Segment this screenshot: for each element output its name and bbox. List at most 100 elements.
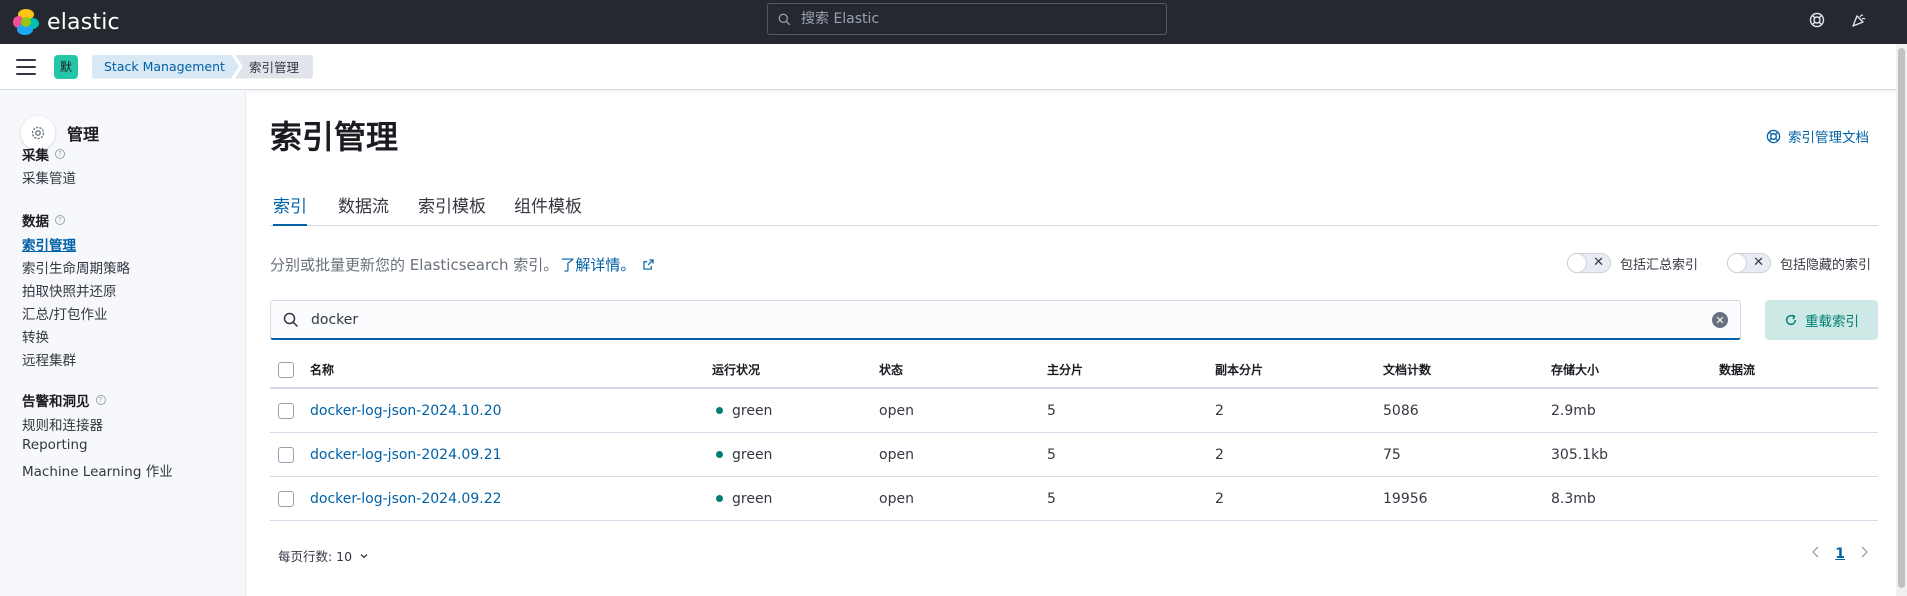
column-name[interactable]: 名称 — [310, 352, 334, 387]
cross-icon: ✕ — [1593, 255, 1604, 270]
health-value: green — [732, 446, 773, 463]
sidebar-item-index-management[interactable]: 索引管理 — [22, 234, 76, 254]
page-description: 分别或批量更新您的 Elasticsearch 索引。 了解详情。 — [270, 254, 655, 275]
primary-value: 5 — [1047, 490, 1056, 507]
docs-link[interactable]: 索引管理文档 — [1766, 126, 1869, 146]
docs-count-value: 5086 — [1383, 402, 1419, 419]
help-icon — [1766, 129, 1781, 144]
docs-count-value: 75 — [1383, 446, 1401, 463]
health-dot-icon — [716, 495, 723, 502]
table-row: docker-log-json-2024.09.21 green open 5 … — [270, 433, 1878, 477]
tab-data-streams[interactable]: 数据流 — [338, 192, 389, 226]
column-docs-count[interactable]: 文档计数 — [1383, 352, 1431, 387]
page-title: 索引管理 — [270, 118, 399, 156]
docs-count-value: 19956 — [1383, 490, 1428, 507]
space-avatar[interactable]: 默 — [54, 54, 78, 79]
external-link-icon — [643, 259, 655, 270]
rows-per-page-selector[interactable]: 每页行数: 10 — [278, 546, 369, 565]
table-row: docker-log-json-2024.10.20 green open 5 … — [270, 389, 1878, 433]
include-hidden-toggle[interactable]: ✕ 包括隐藏的索引 — [1727, 253, 1871, 273]
chevron-right-icon[interactable] — [1859, 546, 1869, 562]
tab-component-templates[interactable]: 组件模板 — [514, 192, 582, 226]
management-sidebar: 管理 采集 ? 采集管道 数据 ? 索引管理 索引生命周期策略 拍取快照并还原 … — [0, 90, 246, 596]
index-search-input[interactable] — [309, 310, 1659, 329]
sidebar-section-label: 数据 — [22, 214, 49, 230]
column-primary[interactable]: 主分片 — [1047, 352, 1083, 387]
tab-indices[interactable]: 索引 — [273, 192, 307, 226]
reload-indices-button[interactable]: 重载索引 — [1765, 300, 1878, 340]
elastic-logo[interactable]: elastic — [13, 9, 120, 35]
column-replica[interactable]: 副本分片 — [1215, 352, 1263, 387]
reload-label: 重载索引 — [1805, 314, 1859, 330]
pagination: 1 — [1811, 546, 1869, 562]
toggle-switch[interactable]: ✕ — [1727, 253, 1771, 273]
index-search[interactable]: ✕ — [270, 300, 1741, 340]
chevron-down-icon — [359, 551, 369, 561]
sidebar-section-label: 采集 — [22, 148, 49, 164]
replica-value: 2 — [1215, 490, 1224, 507]
refresh-icon — [1784, 313, 1798, 327]
tab-index-templates[interactable]: 索引模板 — [418, 192, 486, 226]
sidebar-item-ilm-policies[interactable]: 索引生命周期策略 — [22, 257, 130, 277]
question-icon[interactable]: ? — [95, 395, 106, 405]
sidebar-item-transforms[interactable]: 转换 — [22, 326, 49, 346]
health-value: green — [732, 490, 773, 507]
breadcrumb-stack-management[interactable]: Stack Management — [92, 55, 239, 79]
global-search[interactable] — [767, 3, 1167, 35]
toggle-label: 包括隐藏的索引 — [1780, 257, 1872, 273]
toggle-label: 包括汇总索引 — [1620, 257, 1699, 273]
sidebar-item-reporting[interactable]: Reporting — [22, 437, 88, 453]
description-text: 分别或批量更新您的 Elasticsearch 索引。 — [270, 256, 559, 274]
page-scrollbar[interactable] — [1896, 44, 1907, 596]
sidebar-item-rollup-jobs[interactable]: 汇总/打包作业 — [22, 303, 108, 323]
include-rollup-toggle[interactable]: ✕ 包括汇总索引 — [1567, 253, 1698, 273]
replica-value: 2 — [1215, 446, 1224, 463]
storage-size-value: 2.9mb — [1551, 402, 1596, 419]
column-storage-size[interactable]: 存储大小 — [1551, 352, 1599, 387]
tab-bar: 索引 数据流 索引模板 组件模板 — [270, 184, 1878, 226]
sidebar-item-ingest-pipelines[interactable]: 采集管道 — [22, 167, 76, 187]
replica-value: 2 — [1215, 402, 1224, 419]
sidebar-section-ingest: 采集 ? — [22, 144, 65, 164]
sidebar-title: 管理 — [67, 125, 100, 144]
global-search-input[interactable] — [799, 10, 1139, 28]
sidebar-item-rules-connectors[interactable]: 规则和连接器 — [22, 414, 103, 434]
primary-value: 5 — [1047, 446, 1056, 463]
status-value: open — [879, 402, 914, 419]
index-name-link[interactable]: docker-log-json-2024.10.20 — [310, 389, 502, 432]
news-feed-icon[interactable] — [1849, 10, 1869, 30]
sidebar-section-label: 告警和洞见 — [22, 394, 90, 410]
global-header: elastic — [0, 0, 1907, 44]
menu-toggle-icon[interactable] — [16, 58, 36, 75]
column-status[interactable]: 状态 — [879, 352, 903, 387]
column-data-stream[interactable]: 数据流 — [1719, 352, 1755, 387]
row-checkbox[interactable] — [278, 446, 294, 463]
learn-more-link[interactable]: 了解详情。 — [560, 254, 635, 275]
elastic-logo-icon — [13, 9, 39, 35]
page-number[interactable]: 1 — [1835, 546, 1845, 562]
sidebar-item-snapshot-restore[interactable]: 拍取快照并还原 — [22, 280, 117, 300]
column-health[interactable]: 运行状况 — [712, 352, 760, 387]
help-icon[interactable] — [1807, 10, 1827, 30]
row-checkbox[interactable] — [278, 402, 294, 419]
indices-table: 名称 运行状况 状态 主分片 副本分片 文档计数 存储大小 数据流 docker… — [270, 352, 1878, 521]
table-header: 名称 运行状况 状态 主分片 副本分片 文档计数 存储大小 数据流 — [270, 352, 1878, 389]
sidebar-item-remote-clusters[interactable]: 远程集群 — [22, 349, 76, 369]
health-dot-icon — [716, 451, 723, 458]
row-checkbox[interactable] — [278, 490, 294, 507]
question-icon[interactable]: ? — [55, 149, 65, 159]
index-name-link[interactable]: docker-log-json-2024.09.22 — [310, 477, 502, 520]
select-all-checkbox[interactable] — [278, 361, 294, 378]
question-icon[interactable]: ? — [55, 215, 65, 225]
sidebar-item-ml-jobs[interactable]: Machine Learning 作业 — [22, 460, 173, 480]
search-icon — [283, 312, 299, 328]
search-icon — [778, 13, 791, 25]
breadcrumb-bar: 默 Stack Management 索引管理 — [0, 44, 1907, 90]
rows-per-page-label: 每页行数: 10 — [278, 549, 353, 564]
toggle-switch[interactable]: ✕ — [1567, 253, 1611, 273]
index-name-link[interactable]: docker-log-json-2024.09.21 — [310, 433, 502, 476]
cross-icon: ✕ — [1753, 255, 1764, 270]
health-value: green — [732, 402, 773, 419]
clear-search-icon[interactable]: ✕ — [1712, 312, 1728, 328]
chevron-left-icon[interactable] — [1811, 546, 1821, 562]
